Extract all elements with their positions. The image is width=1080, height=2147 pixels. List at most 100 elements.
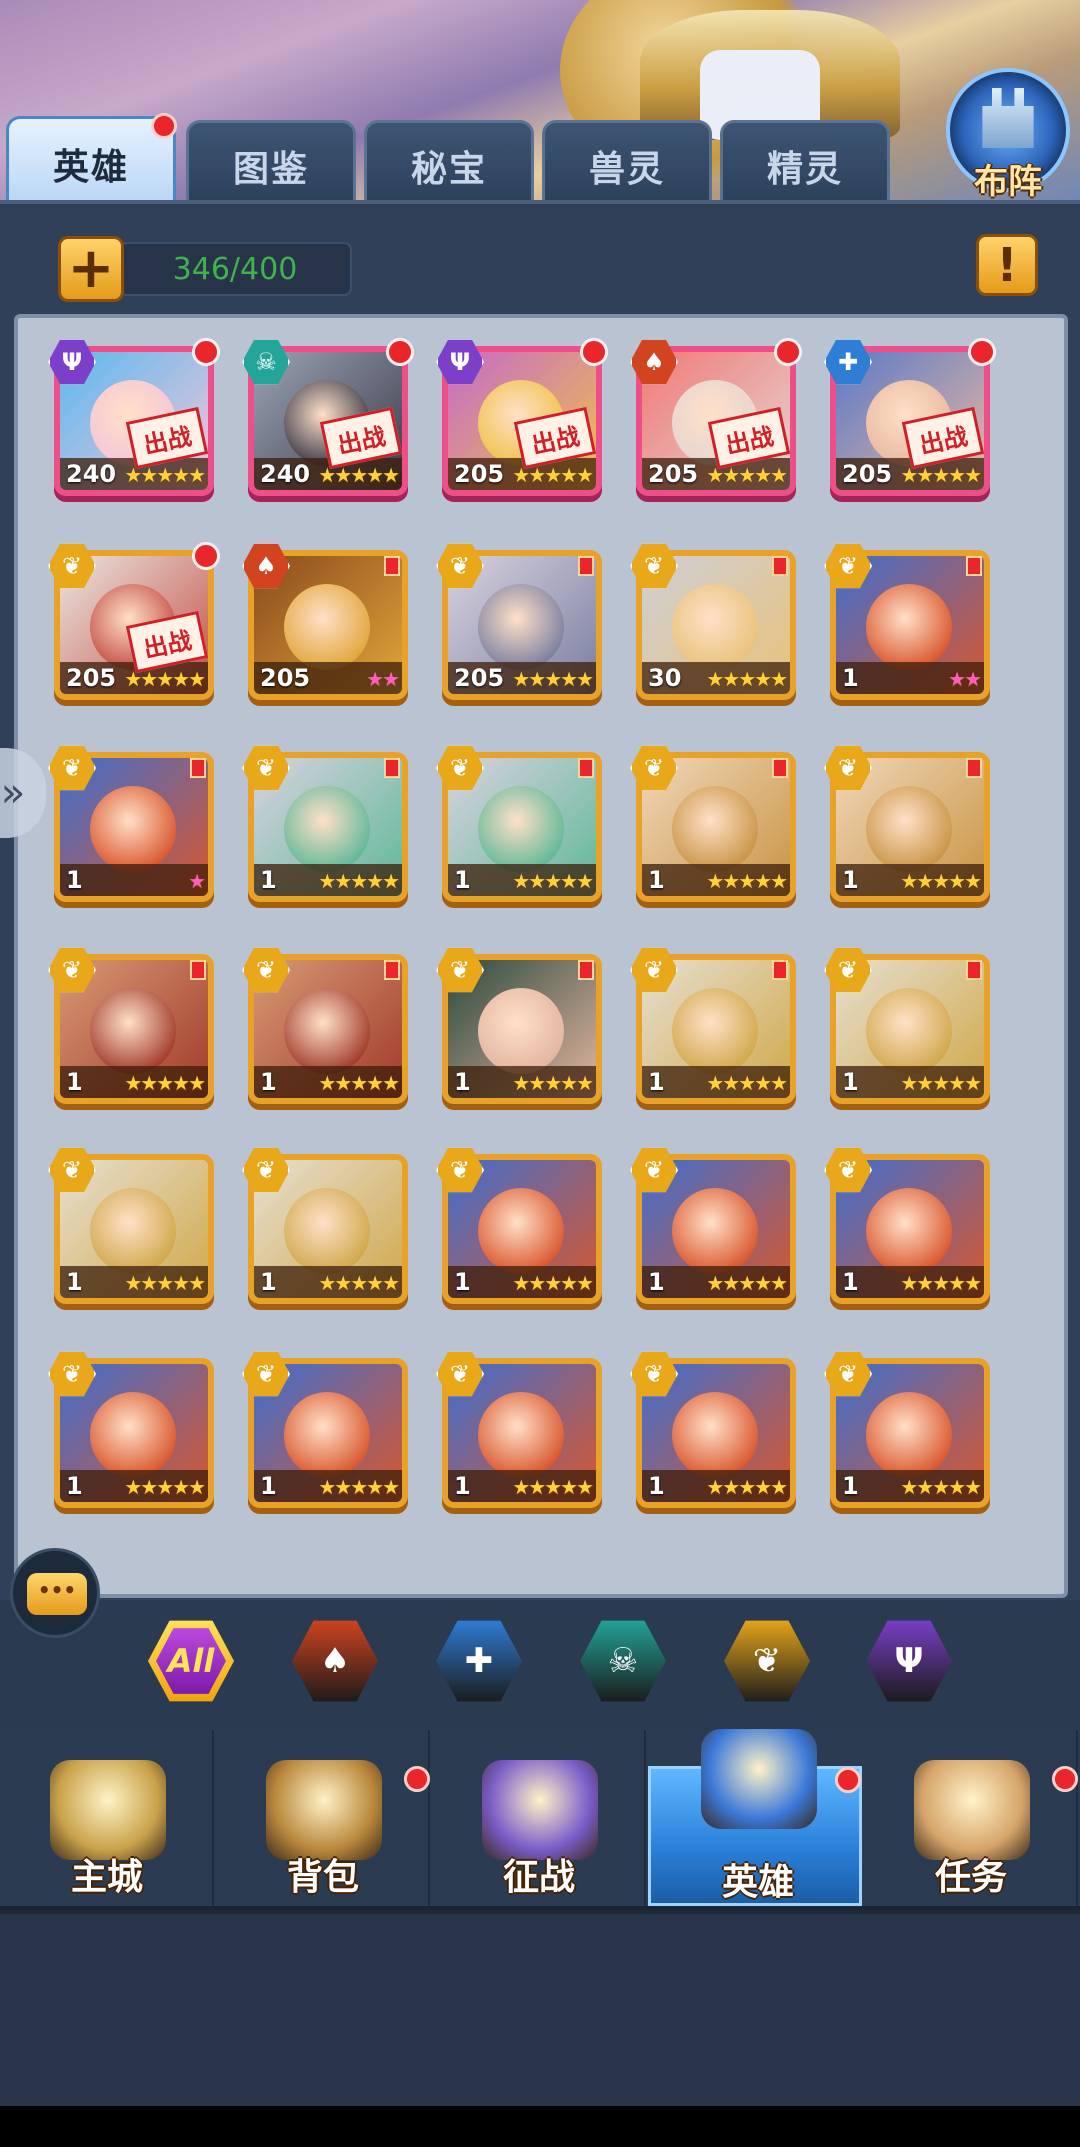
star-rating: ★★★★★ [512,1071,594,1095]
level-bar: 1 ★★★★★ [448,1066,596,1098]
filter-all-button[interactable]: All [148,1620,234,1702]
trident-icon: Ψ [436,338,484,386]
faction-hex: ❦ [436,745,484,791]
hero-card[interactable]: 1 ★★★★★ ❦ [242,947,408,1112]
hero-level: 1 [66,1268,83,1296]
expand-capacity-button[interactable]: + [58,236,124,302]
skull-icon: ☠ [607,1641,639,1681]
hero-card[interactable]: 240 ★★★★★ Ψ 出战 [48,338,220,504]
bottom-navigation: 主城 背包 征战 英雄 任务 [0,1729,1080,1910]
star-rating: ★★★★★ [900,1071,982,1095]
hero-level: 1 [842,1268,859,1296]
filter-wing-button[interactable]: ❦ [724,1620,810,1702]
tab-elf[interactable]: 精灵 [720,120,890,208]
nav-helmet[interactable]: 英雄 [648,1729,862,1906]
hero-face [284,786,370,872]
flame-icon: ♠ [319,1641,351,1681]
wing-icon: ❦ [630,946,678,994]
tab-treasure[interactable]: 秘宝 [364,120,534,208]
info-button[interactable]: ! [976,234,1038,296]
hero-card[interactable]: 205 ★★ ♠ [242,543,408,708]
filter-trident-button[interactable]: Ψ [866,1620,952,1702]
nav-label: 主城 [70,1857,143,1898]
faction-hex: ❦ [436,1147,484,1193]
hero-card[interactable]: 205 ★★★★★ ✚ 出战 [824,338,996,504]
castle-icon [50,1760,166,1860]
hero-card[interactable]: 205 ★★★★★ ♠ 出战 [630,338,802,504]
chat-button[interactable]: ••• [10,1548,100,1638]
notification-dot [1052,1766,1078,1792]
flag-icon [384,556,400,576]
hero-card[interactable]: 1 ★★★★★ ❦ [242,745,408,910]
filter-skull-button[interactable]: ☠ [580,1620,666,1702]
hero-card[interactable]: 1 ★★★★★ ❦ [824,1351,990,1516]
nav-dragon-orb[interactable]: 征战 [432,1730,646,1906]
wing-icon: ❦ [436,744,484,792]
tab-codex[interactable]: 图鉴 [186,120,356,208]
hero-card[interactable]: 1 ★★★★★ ❦ [242,1147,408,1312]
hero-level: 205 [260,664,311,692]
hero-card[interactable]: 1 ★★★★★ ❦ [824,745,990,910]
hero-card[interactable]: 1 ★★★★★ ❦ [48,947,214,1112]
faction-hex: ❦ [436,1351,484,1397]
hero-card[interactable]: 1 ★★★★★ ❦ [630,745,796,910]
hero-card[interactable]: 1 ★★★★★ ❦ [824,1147,990,1312]
nav-castle[interactable]: 主城 [0,1730,214,1906]
filter-flame-button[interactable]: ♠ [292,1620,378,1702]
hero-card[interactable]: 1 ★★★★★ ❦ [436,1147,602,1312]
flag-icon [190,960,206,980]
faction-hex: Ψ [48,339,96,385]
wing-icon: ❦ [242,1146,290,1194]
tab-label: 英雄 [52,146,129,188]
tab-heroes[interactable]: 英雄 [6,113,177,208]
flag-icon [772,960,788,980]
faction-hex: ❦ [48,947,96,993]
nav-label: 任务 [934,1857,1007,1898]
star-rating: ★★★★★ [706,1071,788,1095]
level-bar: 205 ★★ [254,662,402,694]
cross-icon: ✚ [824,338,872,386]
filter-cross-button[interactable]: ✚ [436,1620,522,1702]
flag-icon [384,960,400,980]
hero-card[interactable]: 1 ★★★★★ ❦ [630,947,796,1112]
hero-card[interactable]: 1 ★★★★★ ❦ [436,745,602,910]
hero-card[interactable]: 1 ★★★★★ ❦ [48,1147,214,1312]
hero-level: 1 [648,1472,665,1500]
hero-level: 1 [842,1068,859,1096]
hero-level: 1 [842,664,859,692]
wing-icon: ❦ [242,1350,290,1398]
hero-level: 1 [66,1068,83,1096]
hero-card[interactable]: 1 ★★ ❦ [824,543,990,708]
hero-grid[interactable]: 240 ★★★★★ Ψ 出战 240 ★★★★★ ☠ 出战 205 ★★★★★ Ψ 出战 205 ★★★★… [14,314,1068,1598]
level-bar: 1 ★ [60,864,208,896]
hero-face [478,584,564,670]
nav-chest[interactable]: 背包 [216,1730,430,1906]
hero-face [866,786,952,872]
hero-card[interactable]: 1 ★★★★★ ❦ [242,1351,408,1516]
hero-card[interactable]: 1 ★★★★★ ❦ [630,1351,796,1516]
hero-level: 1 [648,1068,665,1096]
hero-card[interactable]: 1 ★★★★★ ❦ [436,1351,602,1516]
hero-card[interactable]: 205 ★★★★★ Ψ 出战 [436,338,608,504]
hero-card[interactable]: 205 ★★★★★ ❦ [436,543,602,708]
level-bar: 205 ★★★★★ [448,662,596,694]
tab-beast-spirit[interactable]: 兽灵 [542,120,712,208]
hero-card[interactable]: 1 ★★★★★ ❦ [824,947,990,1112]
hero-card[interactable]: 1 ★★★★★ ❦ [630,1147,796,1312]
level-bar: 1 ★★★★★ [60,1066,208,1098]
flag-icon [384,758,400,778]
nav-scroll[interactable]: 任务 [864,1730,1078,1906]
hero-card[interactable]: 205 ★★★★★ ❦ 出战 [48,542,220,708]
hero-card[interactable]: 30 ★★★★★ ❦ [630,543,796,708]
faction-hex: ❦ [630,543,678,589]
nav-label: 背包 [286,1857,359,1898]
hero-card[interactable]: 1 ★★★★★ ❦ [48,1351,214,1516]
hero-card[interactable]: 240 ★★★★★ ☠ 出战 [242,338,414,504]
flame-icon: ♠ [630,338,678,386]
hero-card[interactable]: 1 ★★★★★ ❦ [436,947,602,1112]
nav-label: 英雄 [721,1862,794,1903]
hero-face [284,1188,370,1274]
hero-card[interactable]: 1 ★ ❦ [48,745,214,910]
formation-button[interactable]: 布阵 [942,66,1074,202]
level-bar: 1 ★★★★★ [254,1066,402,1098]
